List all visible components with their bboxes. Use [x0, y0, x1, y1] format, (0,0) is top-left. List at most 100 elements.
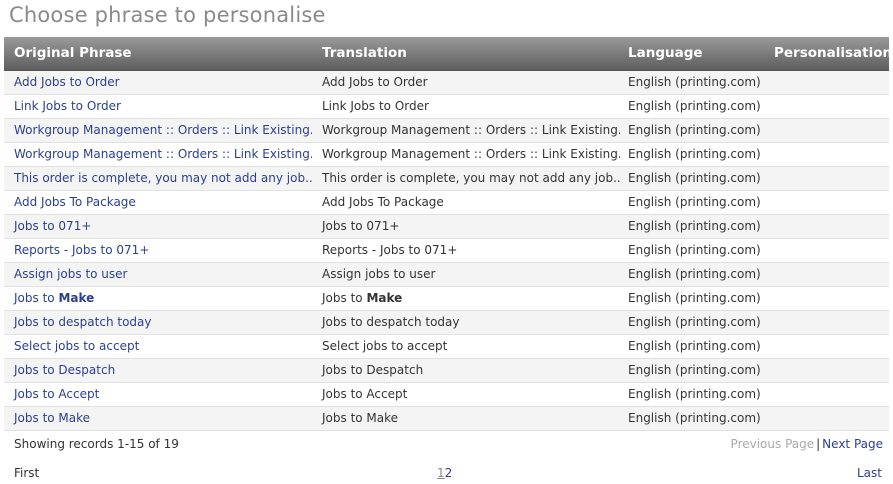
cell-translation: Jobs to 071+: [312, 214, 620, 239]
original-phrase-link[interactable]: Jobs to despatch today: [14, 315, 152, 329]
cell-original-phrase: Jobs to Despatch: [4, 358, 312, 383]
cell-translation: Jobs to Accept: [312, 382, 620, 407]
original-phrase-link[interactable]: Add Jobs To Package: [14, 195, 136, 209]
original-phrase-bold: Make: [58, 291, 95, 305]
table-row: Jobs to Accept Jobs to Accept English (pri…: [4, 382, 889, 407]
cell-personalisation: [764, 166, 889, 191]
cell-personalisation: [764, 334, 889, 359]
page-title: Choose phrase to personalise: [9, 3, 326, 27]
cell-personalisation: [764, 382, 889, 407]
cell-original-phrase: Add Jobs To Package: [4, 190, 312, 215]
cell-personalisation: [764, 94, 889, 119]
original-phrase-text: Jobs to Accept: [14, 387, 100, 401]
first-page-link[interactable]: First: [14, 466, 39, 480]
cell-language: English (printing.com): [620, 358, 764, 383]
original-phrase-link[interactable]: Workgroup Management :: Orders :: Link E…: [14, 123, 312, 137]
cell-language: English (printing.com): [620, 382, 764, 407]
original-phrase-text: Add Jobs to Order: [14, 75, 120, 89]
cell-original-phrase: Assign jobs to user: [4, 262, 312, 287]
cell-language: English (printing.com): [620, 286, 764, 311]
cell-translation: Jobs to Make: [312, 406, 620, 431]
header-original-phrase[interactable]: Original Phrase: [4, 37, 312, 71]
original-phrase-link[interactable]: Add Jobs to Order: [14, 75, 120, 89]
original-phrase-text: Workgroup Management :: Orders :: Link E…: [14, 123, 312, 137]
table-row: Link Jobs to Order Link Jobs to Order Engl…: [4, 94, 889, 119]
cell-language: English (printing.com): [620, 190, 764, 215]
cell-translation: Jobs to despatch today: [312, 310, 620, 335]
original-phrase-link[interactable]: This order is complete, you may not add …: [14, 171, 312, 185]
original-phrase-link[interactable]: Workgroup Management :: Orders :: Link E…: [14, 147, 312, 161]
translation-text: Jobs to Despatch: [322, 363, 424, 377]
table-row: Jobs to despatch today Jobs to despatch t…: [4, 310, 889, 335]
cell-language: English (printing.com): [620, 142, 764, 167]
cell-original-phrase: Add Jobs to Order: [4, 70, 312, 95]
cell-translation: Link Jobs to Order: [312, 94, 620, 119]
cell-language: English (printing.com): [620, 94, 764, 119]
cell-original-phrase: Jobs to Make: [4, 406, 312, 431]
previous-page-link: Previous Page: [730, 437, 815, 451]
translation-text: Reports - Jobs to 071+: [322, 243, 458, 257]
cell-personalisation: [764, 214, 889, 239]
original-phrase-text: Jobs to Make: [14, 411, 91, 425]
original-phrase-text: This order is complete, you may not add …: [14, 171, 312, 185]
cell-original-phrase: Jobs to Accept: [4, 382, 312, 407]
cell-original-phrase: Jobs to despatch today: [4, 310, 312, 335]
table-row: Assign jobs to user Assign jobs to user En…: [4, 262, 889, 287]
cell-translation: This order is complete, you may not add …: [312, 166, 620, 191]
cell-language: English (printing.com): [620, 334, 764, 359]
records-count: Showing records 1-15 of 19: [14, 437, 179, 451]
cell-personalisation: [764, 190, 889, 215]
table-row: Jobs to Make Jobs to Make English (printin…: [4, 286, 889, 311]
cell-original-phrase: Workgroup Management :: Orders :: Link E…: [4, 118, 312, 143]
table-row: Workgroup Management :: Orders :: Link E…: [4, 118, 889, 143]
original-phrase-text: Jobs to Despatch: [14, 363, 116, 377]
original-phrase-text: Assign jobs to user: [14, 267, 128, 281]
original-phrase-link[interactable]: Select jobs to accept: [14, 339, 139, 353]
header-translation[interactable]: Translation: [312, 37, 620, 71]
table-row: Add Jobs to Order Add Jobs to Order Englis…: [4, 70, 889, 95]
original-phrase-link[interactable]: Reports - Jobs to 071+: [14, 243, 149, 257]
cell-personalisation: [764, 286, 889, 311]
original-phrase-link[interactable]: Jobs to Despatch: [14, 363, 115, 377]
original-phrase-link[interactable]: Jobs to Make: [14, 291, 94, 305]
translation-text: Workgroup Management :: Orders :: Link E…: [322, 123, 620, 137]
next-page-link[interactable]: Next Page: [822, 437, 883, 451]
cell-translation: Workgroup Management :: Orders :: Link E…: [312, 142, 620, 167]
header-personalisation[interactable]: Personalisation: [764, 37, 889, 71]
original-phrase-link[interactable]: Link Jobs to Order: [14, 99, 121, 113]
header-language[interactable]: Language: [620, 37, 764, 71]
page-number-current: 1: [437, 466, 445, 480]
cell-original-phrase: This order is complete, you may not add …: [4, 166, 312, 191]
table-row: Jobs to Despatch Jobs to Despatch English …: [4, 358, 889, 383]
cell-personalisation: [764, 358, 889, 383]
original-phrase-link[interactable]: Jobs to 071+: [14, 219, 91, 233]
original-phrase-text: Select jobs to accept: [14, 339, 140, 353]
table-body: Add Jobs to Order Add Jobs to Order Englis…: [4, 70, 889, 431]
translation-text: Add Jobs To Package: [322, 195, 444, 209]
phrase-table: Original Phrase Translation Language Per…: [4, 37, 889, 431]
translation-text: Assign jobs to user: [322, 267, 436, 281]
cell-language: English (printing.com): [620, 166, 764, 191]
cell-translation: Assign jobs to user: [312, 262, 620, 287]
cell-language: English (printing.com): [620, 118, 764, 143]
table-row: Select jobs to accept Select jobs to acce…: [4, 334, 889, 359]
last-page-link[interactable]: Last: [857, 466, 882, 480]
page-numbers: 12: [437, 466, 452, 480]
table-header-row: Original Phrase Translation Language Per…: [4, 37, 889, 71]
cell-original-phrase: Link Jobs to Order: [4, 94, 312, 119]
translation-text: Add Jobs to Order: [322, 75, 428, 89]
cell-personalisation: [764, 262, 889, 287]
translation-text: This order is complete, you may not add …: [322, 171, 620, 185]
page-number[interactable]: 2: [445, 466, 453, 480]
cell-original-phrase: Workgroup Management :: Orders :: Link E…: [4, 142, 312, 167]
original-phrase-text: Jobs to 071+: [14, 219, 92, 233]
pager-prev-next: Previous Page | Next Page: [731, 437, 883, 451]
original-phrase-link[interactable]: Assign jobs to user: [14, 267, 127, 281]
cell-original-phrase: Jobs to Make: [4, 286, 312, 311]
translation-text: Select jobs to accept: [322, 339, 448, 353]
cell-language: English (printing.com): [620, 214, 764, 239]
original-phrase-link[interactable]: Jobs to Make: [14, 411, 90, 425]
table-row: This order is complete, you may not add …: [4, 166, 889, 191]
cell-translation: Add Jobs to Order: [312, 70, 620, 95]
original-phrase-link[interactable]: Jobs to Accept: [14, 387, 99, 401]
